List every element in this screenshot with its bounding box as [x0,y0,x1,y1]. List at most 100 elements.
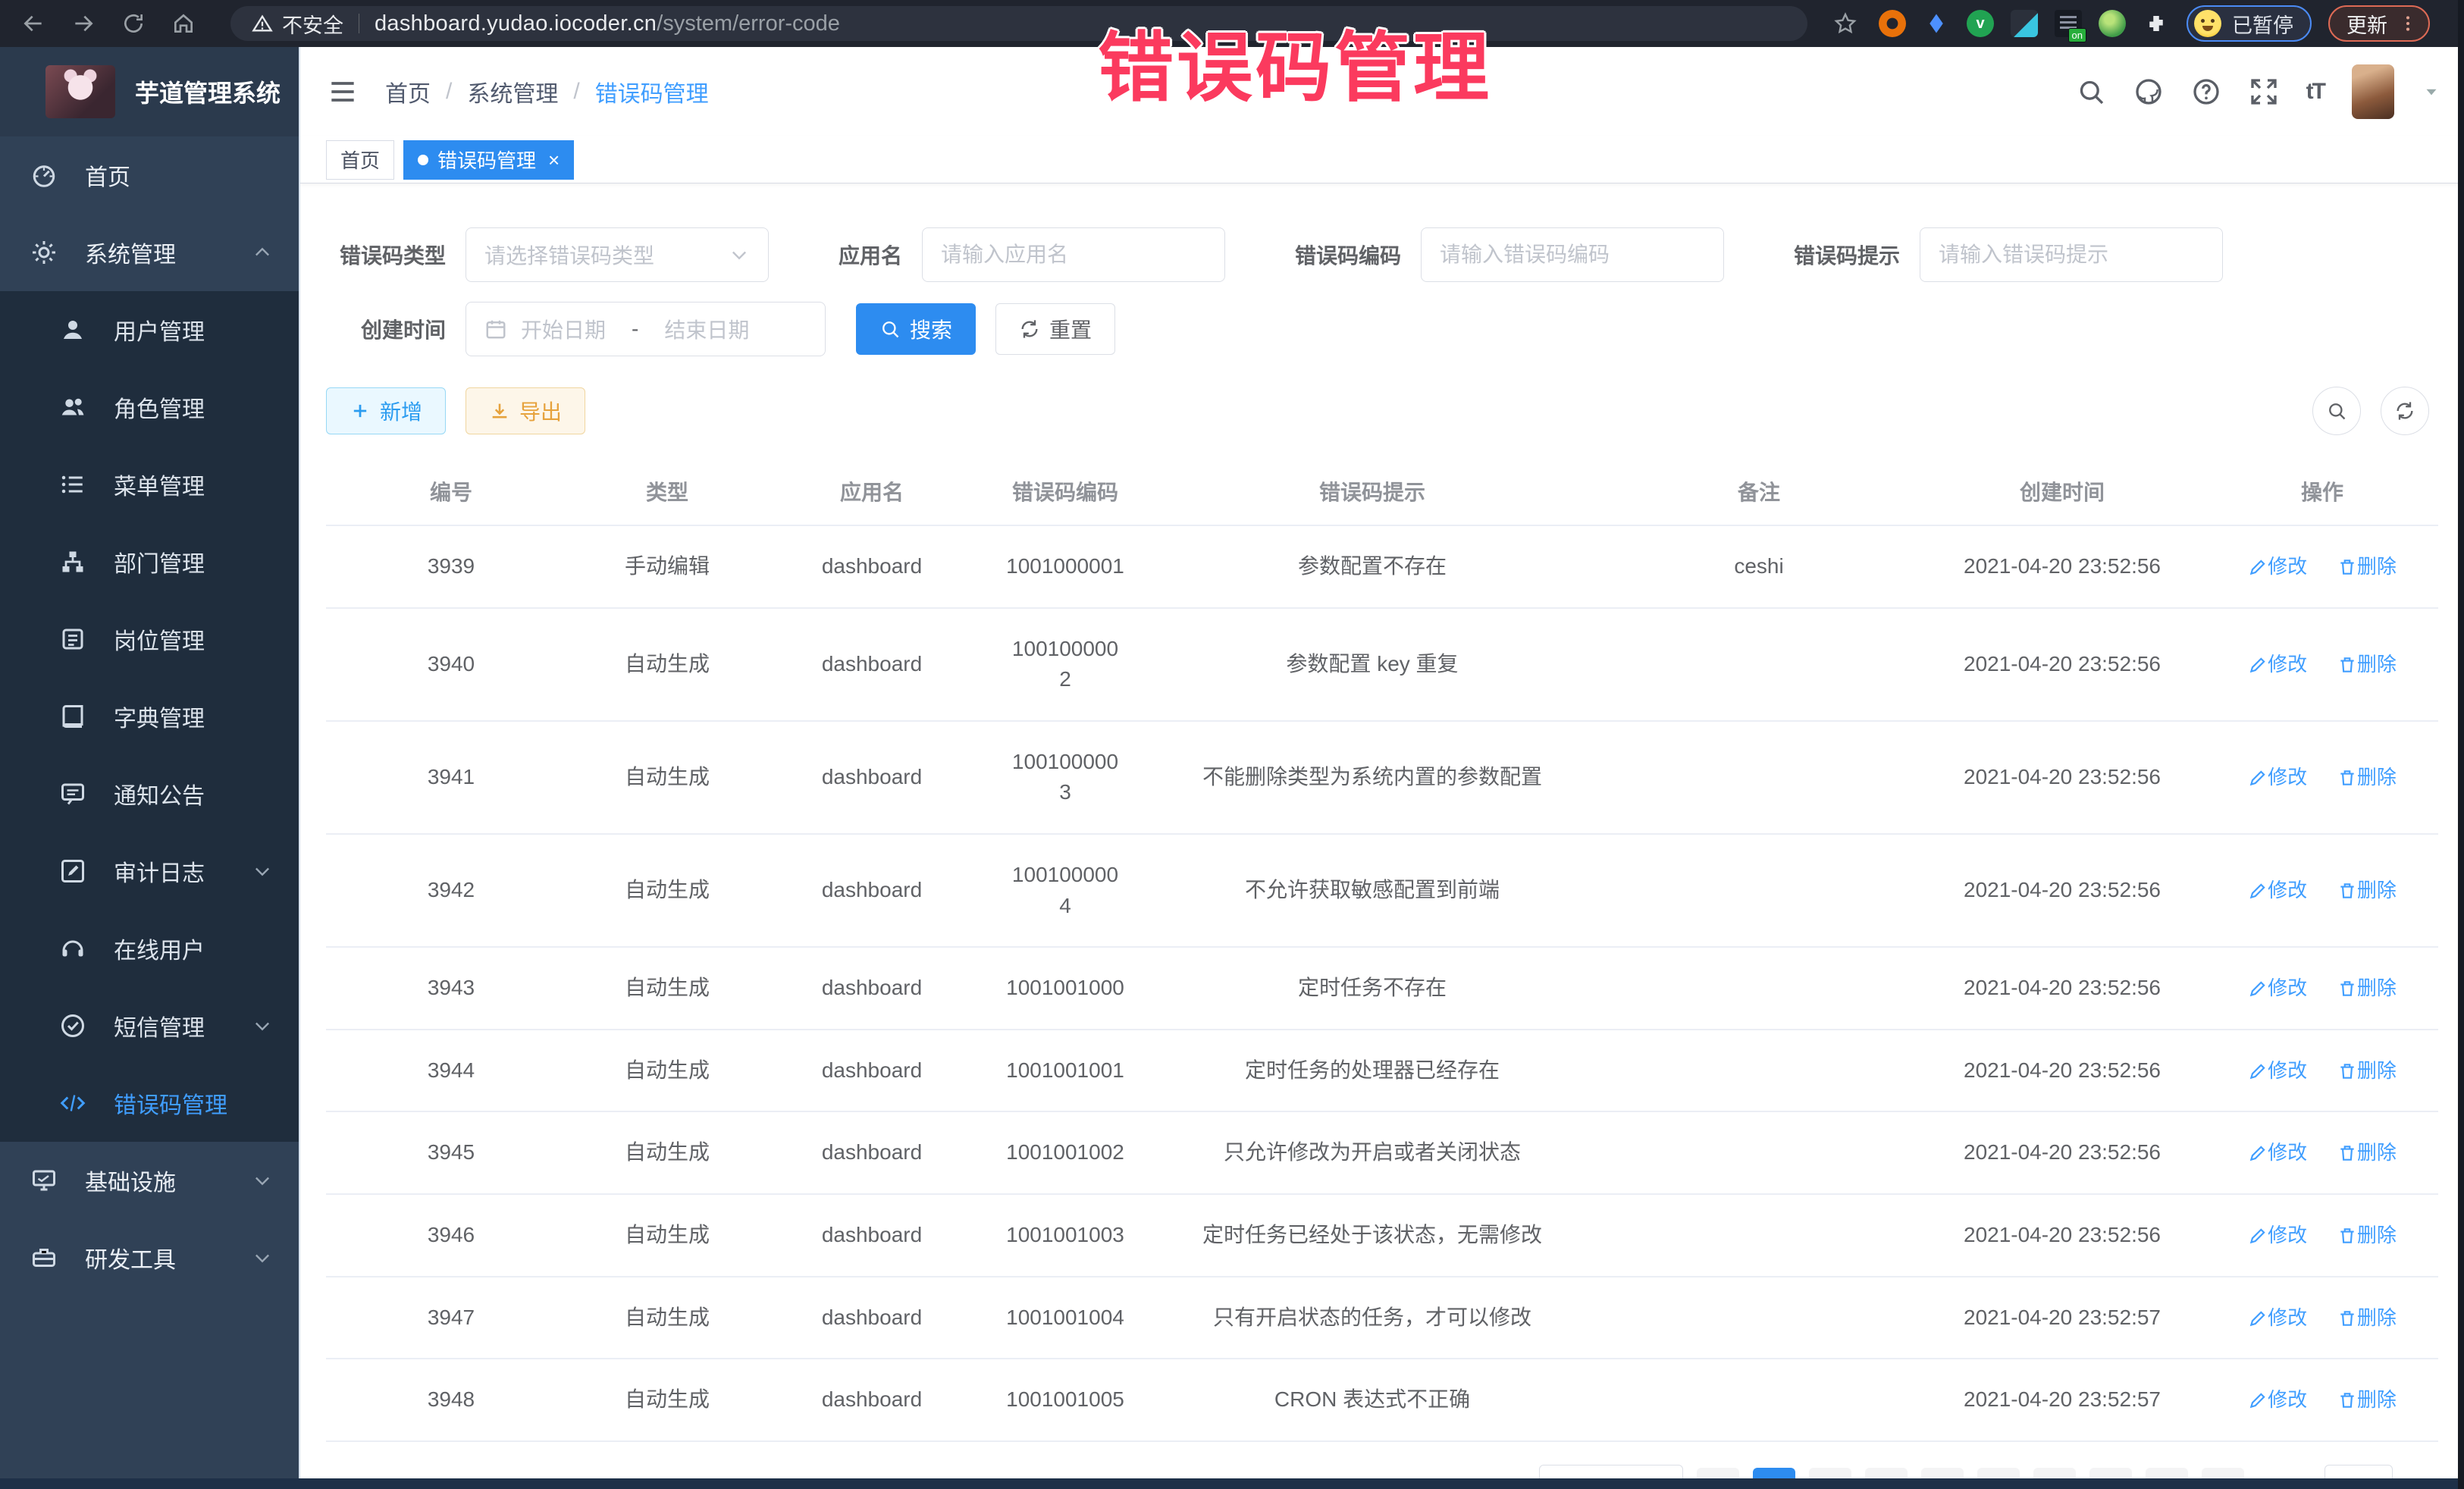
sidebar-item-notice[interactable]: 通知公告 [0,755,299,832]
user-avatar[interactable] [2352,64,2394,119]
security-chip[interactable]: 不安全 [252,9,343,39]
browser-update-button[interactable]: 更新 [2328,5,2430,42]
cell-created: 2021-04-20 23:52:56 [1918,947,2206,1030]
browser-menu-dots-icon[interactable] [2398,14,2418,33]
reset-button[interactable]: 重置 [995,303,1115,355]
sidebar-item-sms-mgmt[interactable]: 短信管理 [0,987,299,1064]
edit-square-icon [59,857,86,885]
extension-tiles-icon[interactable] [2011,10,2038,37]
extension-frog-icon[interactable] [2099,10,2126,37]
extension-green-icon[interactable]: v [1967,10,1994,37]
delete-link[interactable]: 删除 [2337,976,2397,999]
edit-link[interactable]: 修改 [2248,653,2307,676]
delete-link[interactable]: 删除 [2337,1388,2397,1411]
delete-link[interactable]: 删除 [2337,879,2397,901]
chevron-up-icon [252,242,273,263]
sidebar-item-user-mgmt[interactable]: 用户管理 [0,291,299,368]
edit-link[interactable]: 修改 [2248,1224,2307,1246]
github-icon[interactable] [2133,77,2164,107]
edit-link[interactable]: 修改 [2248,1141,2307,1164]
add-button[interactable]: 新增 [326,387,446,434]
sidebar-item-infrastructure[interactable]: 基础设施 [0,1142,299,1219]
browser-back-button[interactable] [17,7,50,40]
sidebar-item-dev-tools[interactable]: 研发工具 [0,1219,299,1296]
browser-forward-button[interactable] [67,7,100,40]
cell-type: 自动生成 [576,1194,758,1277]
extensions-puzzle-icon[interactable] [2143,10,2170,37]
tab-home[interactable]: 首页 [326,140,394,180]
header-search-icon[interactable] [2076,77,2106,107]
breadcrumb-home[interactable]: 首页 [385,75,431,108]
breadcrumb: 首页 / 系统管理 / 错误码管理 [385,75,709,108]
cell-code: 1001000001 [986,525,1145,608]
cell-created: 2021-04-20 23:52:56 [1918,1111,2206,1194]
edit-link[interactable]: 修改 [2248,555,2307,578]
error-code-input[interactable] [1440,243,1705,267]
error-hint-input[interactable] [1939,243,2204,267]
edit-link[interactable]: 修改 [2248,879,2307,901]
sidebar-item-error-code[interactable]: 错误码管理 [0,1064,299,1142]
delete-link[interactable]: 删除 [2337,1224,2397,1246]
sidebar-item-online-users[interactable]: 在线用户 [0,910,299,987]
cell-hint: 只允许修改为开启或者关闭状态 [1145,1111,1600,1194]
sidebar-item-system[interactable]: 系统管理 [0,214,299,291]
cell-app: dashboard [758,721,986,834]
dashboard-icon [30,161,58,189]
profile-paused-badge[interactable]: 已暂停 [2187,5,2312,42]
delete-link[interactable]: 删除 [2337,653,2397,676]
fullscreen-icon[interactable] [2249,77,2279,107]
edit-link[interactable]: 修改 [2248,766,2307,788]
table-row: 3946 自动生成 dashboard 1001001003 定时任务已经处于该… [326,1194,2438,1277]
refresh-table-button[interactable] [2381,387,2429,435]
collapse-sidebar-icon[interactable] [326,75,359,108]
address-bar[interactable]: 不安全 dashboard.yudao.iocoder.cn/system/er… [230,6,1807,41]
cell-id: 3940 [326,608,576,721]
delete-link[interactable]: 删除 [2337,1141,2397,1164]
col-id: 编号 [326,458,576,525]
sidebar-item-audit-log[interactable]: 审计日志 [0,832,299,910]
help-icon[interactable] [2191,77,2221,107]
sidebar-item-home[interactable]: 首页 [0,136,299,214]
bookmark-star-icon[interactable] [1829,7,1862,40]
toggle-search-button[interactable] [2312,387,2361,435]
delete-link[interactable]: 删除 [2337,1059,2397,1082]
search-button[interactable]: 搜索 [856,303,976,355]
start-date-placeholder: 开始日期 [521,314,606,344]
browser-home-button[interactable] [167,7,200,40]
edit-link[interactable]: 修改 [2248,1059,2307,1082]
extension-gem-icon[interactable] [1923,10,1950,37]
breadcrumb-system[interactable]: 系统管理 [467,75,558,108]
table-header-row: 编号 类型 应用名 错误码编码 错误码提示 备注 创建时间 操作 [326,458,2438,525]
caret-down-icon[interactable] [2422,82,2441,102]
sidebar-item-dept-mgmt[interactable]: 部门管理 [0,523,299,600]
sidebar-item-post-mgmt[interactable]: 岗位管理 [0,600,299,678]
sidebar-item-dict-mgmt[interactable]: 字典管理 [0,678,299,755]
extension-list-icon[interactable]: on [2055,10,2082,37]
export-button[interactable]: 导出 [466,387,585,434]
edit-link[interactable]: 修改 [2248,1306,2307,1329]
cell-app: dashboard [758,1359,986,1441]
cell-remark [1600,834,1918,947]
tab-error-code[interactable]: 错误码管理 × [403,140,574,180]
sidebar-item-menu-mgmt[interactable]: 菜单管理 [0,446,299,523]
sidebar-item-role-mgmt[interactable]: 角色管理 [0,368,299,446]
font-size-icon[interactable]: tT [2306,79,2324,105]
extension-orange-icon[interactable] [1879,10,1906,37]
cell-created: 2021-04-20 23:52:56 [1918,608,2206,721]
browser-reload-button[interactable] [117,7,150,40]
trash-icon [2337,1390,2357,1410]
date-range-picker[interactable]: 开始日期 - 结束日期 [466,302,826,356]
cell-id: 3943 [326,947,576,1030]
delete-link[interactable]: 删除 [2337,766,2397,788]
cell-remark [1600,1030,1918,1112]
sidebar: 芋道管理系统 首页 系统管理 用户管理 角色管理 [0,47,300,1489]
edit-link[interactable]: 修改 [2248,976,2307,999]
edit-link[interactable]: 修改 [2248,1388,2307,1411]
error-type-select[interactable]: 请选择错误码类型 [466,227,769,282]
delete-link[interactable]: 删除 [2337,555,2397,578]
app-logo-row[interactable]: 芋道管理系统 [0,47,299,136]
delete-link[interactable]: 删除 [2337,1306,2397,1329]
app-name-input[interactable] [941,243,1206,267]
close-tab-icon[interactable]: × [548,150,560,170]
warning-icon [252,13,273,34]
